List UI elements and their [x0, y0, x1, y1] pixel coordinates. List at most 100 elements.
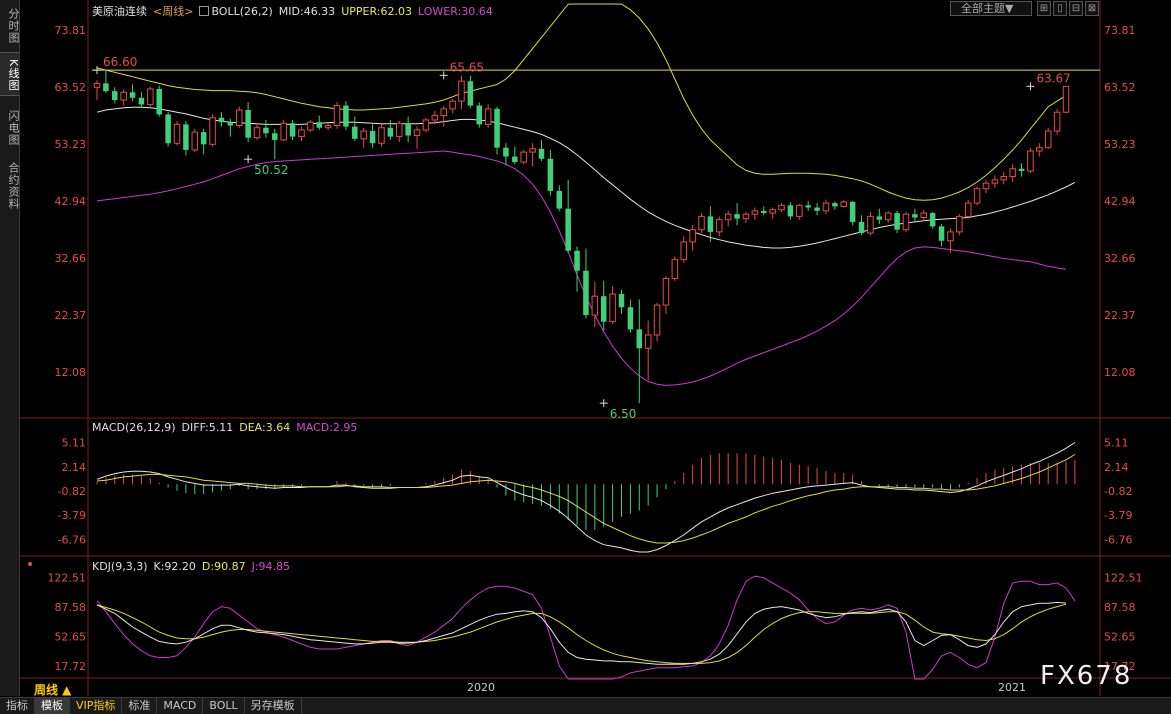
- y-tick-label-left: 17.72: [55, 660, 87, 673]
- candle: [183, 121, 189, 156]
- candle-body: [894, 213, 900, 230]
- kdj-k-value: K:92.20: [153, 560, 196, 573]
- candle-body: [938, 226, 945, 241]
- candle-body: [956, 215, 963, 233]
- tab-macd[interactable]: MACD: [157, 698, 204, 714]
- y-tick-label-left: -6.76: [58, 533, 86, 546]
- y-tick-label-left: -0.82: [58, 485, 86, 498]
- grid-layout-icon[interactable]: ⊞: [1037, 1, 1051, 16]
- y-tick-label-right: 42.94: [1104, 195, 1136, 208]
- candle: [583, 248, 589, 319]
- candle-body: [413, 129, 421, 136]
- candle: [600, 280, 607, 331]
- candle: [618, 289, 625, 314]
- chart-area[interactable]: 73.81 73.81 63.52 63.52 53.23 53.23 42.94 42.94…: [20, 0, 1171, 696]
- single-panel-icon[interactable]: ▯: [1053, 1, 1067, 16]
- macd-diff-value: DIFF:5.11: [181, 421, 234, 434]
- boll-lower-line: [96, 150, 1067, 386]
- candle-body: [680, 241, 687, 261]
- candle: [263, 119, 269, 138]
- kdj-d-line: [96, 603, 1067, 664]
- tab-save-template[interactable]: 另存模板: [245, 698, 302, 714]
- candle-body: [822, 202, 830, 212]
- candle-body: [671, 259, 679, 279]
- close-icon[interactable]: ⊠: [1085, 1, 1099, 16]
- candle-body: [129, 92, 136, 98]
- candle: [1027, 147, 1034, 174]
- side-tab-kline[interactable]: K线图: [0, 52, 20, 96]
- y-tick-label-left: 73.81: [55, 24, 87, 37]
- candle-body: [307, 121, 314, 131]
- minimize-icon[interactable]: ⊟: [1069, 1, 1083, 16]
- candle-body: [1044, 130, 1052, 149]
- candle: [245, 102, 251, 143]
- candle: [867, 211, 874, 236]
- price-annotation: 66.60: [103, 55, 137, 69]
- candle-body: [884, 212, 892, 221]
- candle: [796, 204, 803, 220]
- y-tick-label-right: -0.82: [1104, 485, 1132, 498]
- candle: [467, 75, 474, 108]
- theme-select[interactable]: 全部主题▼: [950, 1, 1032, 16]
- kdj-panel-header: KDJ(9,3,3) K:92.20 D:90.87 J:94.85: [92, 560, 290, 573]
- tab-standard[interactable]: 标准: [122, 698, 158, 714]
- candle: [494, 106, 500, 155]
- candle-body: [378, 127, 385, 144]
- candle: [120, 88, 127, 106]
- candle-body: [627, 307, 634, 330]
- candle: [671, 256, 679, 281]
- candle-body: [173, 123, 181, 144]
- candle: [272, 128, 278, 160]
- candle-body: [1062, 85, 1070, 113]
- candle-body: [512, 156, 518, 163]
- candle: [547, 149, 554, 196]
- candle-body: [343, 105, 349, 127]
- candle-body: [1036, 147, 1043, 152]
- candle-body: [352, 126, 358, 139]
- candle-body: [653, 304, 661, 336]
- candle-body: [618, 293, 625, 308]
- candle-body: [520, 151, 527, 163]
- kdj-k-line: [96, 601, 1067, 665]
- candle: [405, 116, 411, 143]
- instrument-name: 美原油连续: [92, 5, 147, 18]
- candle: [333, 102, 341, 129]
- candle-body: [360, 130, 367, 140]
- tab-indicators[interactable]: 指标: [0, 698, 35, 714]
- x-axis-year-label: 2021: [998, 681, 1026, 694]
- candle-body: [982, 182, 990, 190]
- candle: [484, 104, 492, 128]
- candle: [369, 124, 376, 148]
- side-tab-timeshare[interactable]: 分时图: [0, 2, 20, 46]
- period-selector[interactable]: 周线 ▲: [34, 681, 71, 698]
- candle: [529, 143, 536, 167]
- tab-template[interactable]: 模板: [35, 698, 70, 714]
- candle-body: [742, 213, 750, 220]
- y-tick-label-left: 63.52: [55, 81, 87, 94]
- watermark-logo: FX678: [1040, 661, 1133, 691]
- candle-body: [1053, 111, 1061, 132]
- candle-body: [103, 83, 109, 92]
- tab-boll[interactable]: BOLL: [203, 698, 245, 714]
- boll-label[interactable]: BOLL(26,2): [199, 5, 273, 18]
- candle: [422, 117, 430, 133]
- candle-body: [431, 115, 439, 121]
- tab-vip-indicators[interactable]: VIP指标: [70, 698, 123, 714]
- candle: [200, 128, 207, 155]
- side-tab-flash[interactable]: 闪电图: [0, 100, 20, 152]
- candle: [956, 214, 963, 236]
- side-tab-contract-info[interactable]: 合约资料: [0, 154, 20, 214]
- candle-body: [867, 215, 874, 234]
- candle: [503, 143, 509, 166]
- candle: [822, 199, 830, 215]
- chart-frame: [20, 0, 1171, 696]
- y-tick-label-right: 2.14: [1104, 461, 1129, 474]
- candle: [112, 87, 118, 104]
- y-tick-label-right: 63.52: [1104, 81, 1136, 94]
- y-tick-label-right: 32.66: [1104, 252, 1136, 265]
- y-tick-label-right: 53.23: [1104, 138, 1136, 151]
- candle: [538, 139, 545, 161]
- candle-body: [147, 88, 154, 105]
- candle: [360, 127, 367, 148]
- candle-body: [964, 202, 972, 217]
